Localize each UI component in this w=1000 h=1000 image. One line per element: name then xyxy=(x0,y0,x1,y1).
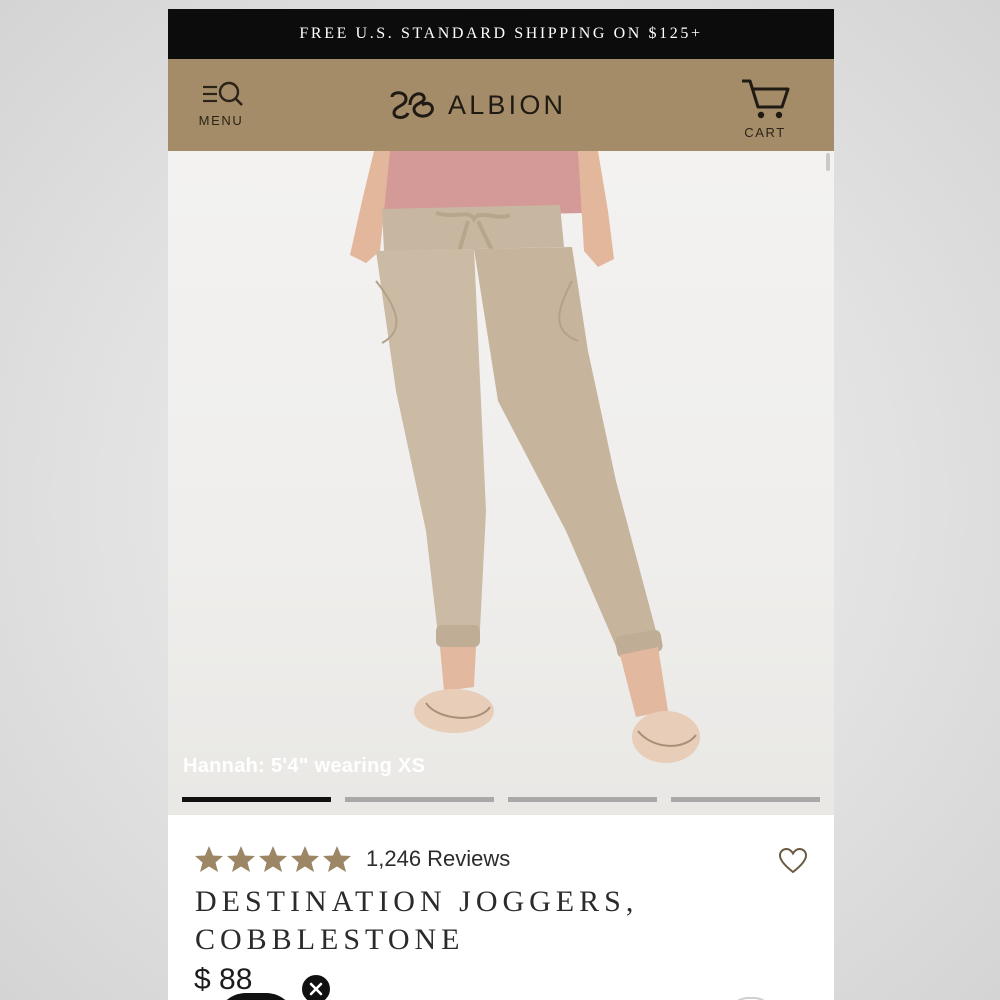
model-photo xyxy=(350,151,700,763)
carousel-indicators xyxy=(182,797,820,803)
star-icon xyxy=(291,846,319,872)
product-image[interactable]: Hannah: 5'4" wearing XS xyxy=(168,151,834,815)
site-header: MENU ALBION CART xyxy=(168,59,834,151)
brand-name: ALBION xyxy=(448,89,567,120)
phone-screen: FREE U.S. STANDARD SHIPPING ON $125+ MEN… xyxy=(168,9,834,1000)
product-title: DESTINATION JOGGERS, COBBLESTONE xyxy=(195,883,755,959)
menu-label: MENU xyxy=(198,113,244,128)
wishlist-button[interactable] xyxy=(778,847,808,875)
star-icon xyxy=(227,846,255,872)
product-title-line-1: DESTINATION JOGGERS, xyxy=(195,885,639,918)
heart-icon xyxy=(778,847,808,874)
menu-search-icon xyxy=(203,81,243,106)
menu-button[interactable]: MENU xyxy=(186,79,256,137)
model-caption: Hannah: 5'4" wearing XS xyxy=(183,755,426,777)
carousel-dot-3[interactable] xyxy=(508,797,657,802)
product-info: 1,246 Reviews DESTINATION JOGGERS, COBBL… xyxy=(168,815,834,1000)
star-rating[interactable] xyxy=(194,845,352,873)
carousel-dot-4[interactable] xyxy=(671,797,820,802)
albion-monogram-icon xyxy=(390,91,434,119)
cart-label: CART xyxy=(744,125,786,140)
scrollbar-thumb[interactable] xyxy=(826,153,830,171)
carousel-dot-1[interactable] xyxy=(182,797,331,802)
cart-icon xyxy=(742,79,790,119)
product-title-line-2: COBBLESTONE xyxy=(195,923,465,956)
rating-row: 1,246 Reviews xyxy=(194,845,510,873)
promo-text: FREE U.S. STANDARD SHIPPING ON $125+ xyxy=(299,25,703,42)
star-icon xyxy=(195,846,223,872)
close-icon xyxy=(309,982,323,996)
brand-logo[interactable]: ALBION xyxy=(388,87,566,123)
promo-bar: FREE U.S. STANDARD SHIPPING ON $125+ xyxy=(168,9,834,59)
cart-button[interactable]: CART xyxy=(734,75,796,143)
star-icon xyxy=(259,846,287,872)
carousel-dot-2[interactable] xyxy=(345,797,494,802)
close-button[interactable] xyxy=(300,973,332,1000)
product-price: $ 88 xyxy=(194,963,253,996)
star-icon xyxy=(323,846,351,872)
reviews-link[interactable]: 1,246 Reviews xyxy=(366,846,510,872)
